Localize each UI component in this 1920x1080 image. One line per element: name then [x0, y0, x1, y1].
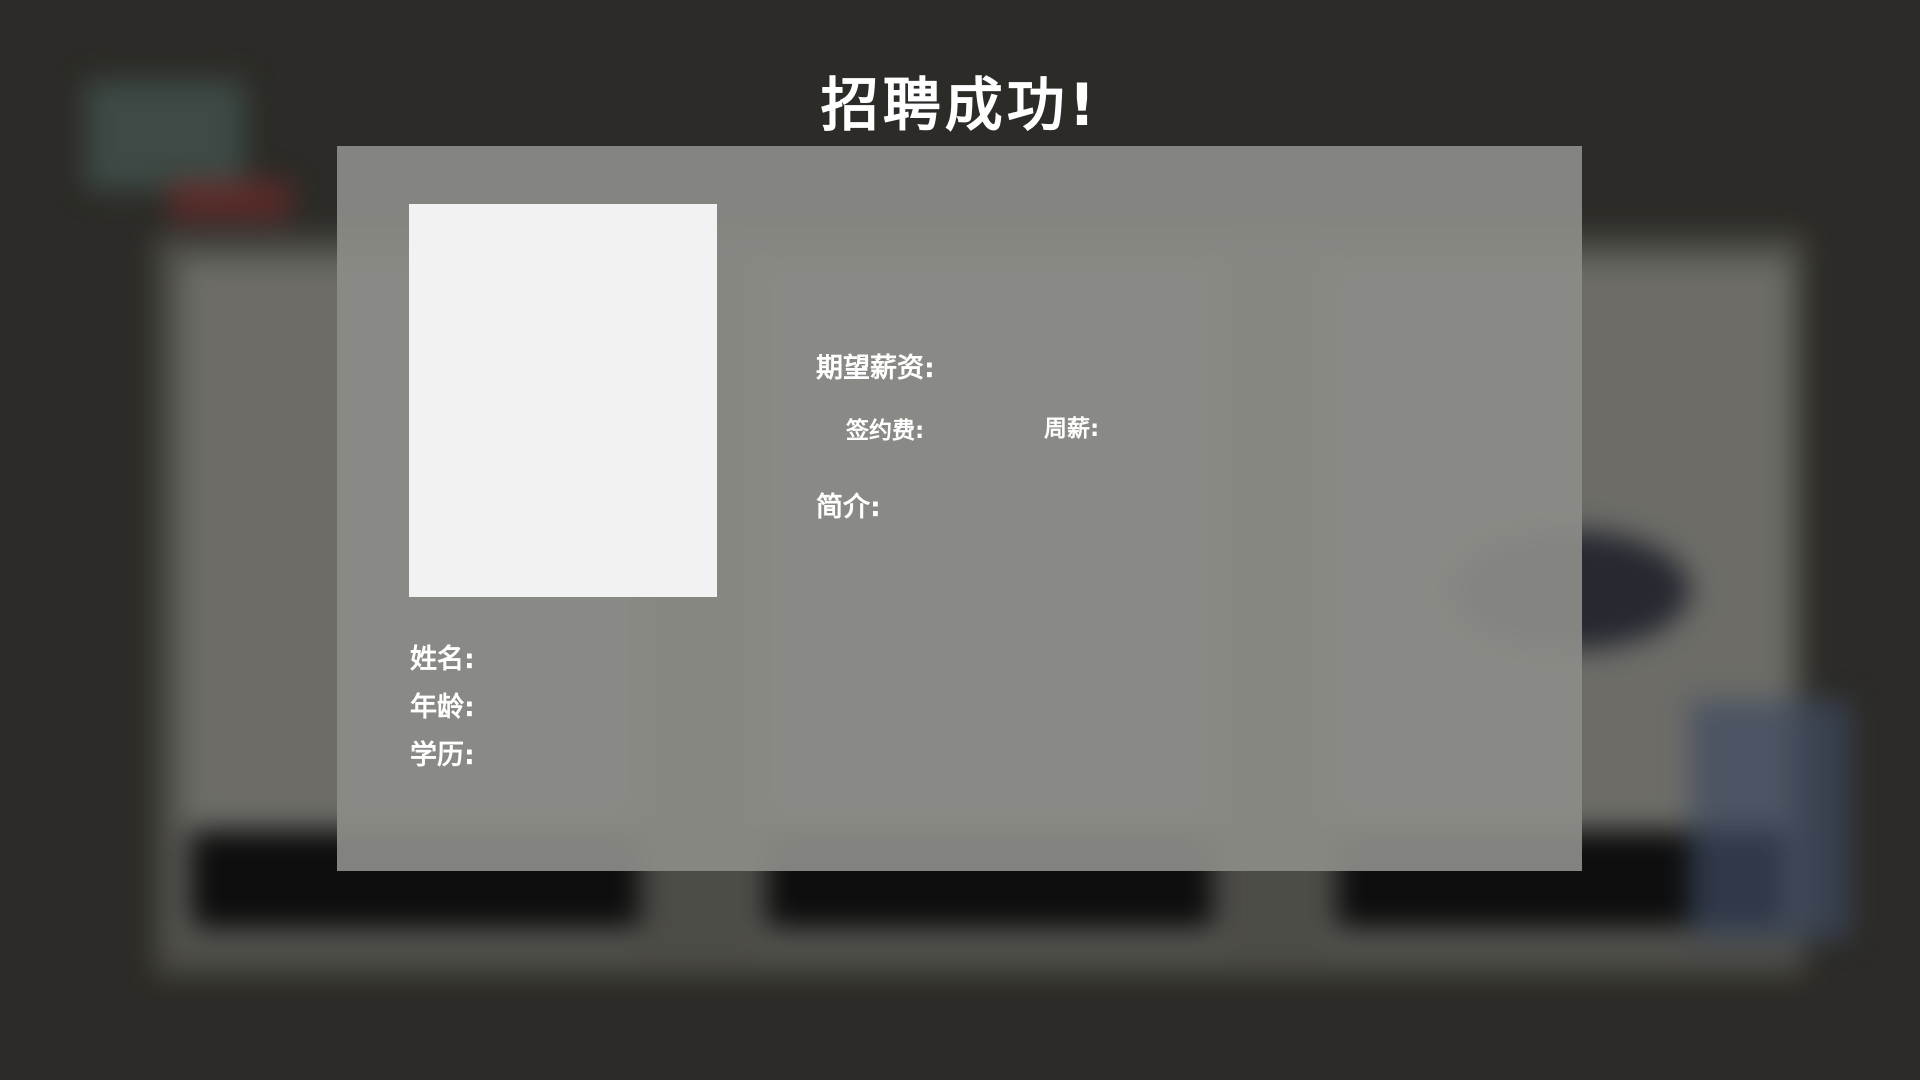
weekly-pay-label: 周薪: — [1044, 416, 1100, 442]
dialog-title: 招聘成功! — [820, 71, 1100, 139]
candidate-portrait — [409, 204, 717, 597]
recruit-result-panel: 期望薪资: 签约费: 周薪: 简介: 姓名: 年龄: 学历: — [337, 146, 1582, 871]
signing-fee-label: 签约费: — [846, 418, 925, 444]
age-label: 年龄: — [410, 692, 475, 723]
intro-label: 简介: — [816, 492, 881, 523]
expected-salary-label: 期望薪资: — [816, 353, 935, 384]
game-screen: 招聘成功! 期望薪资: 签约费: 周薪: 简介: 姓名: 年龄: 学历: — [0, 0, 1920, 1080]
name-label: 姓名: — [410, 644, 475, 675]
education-label: 学历: — [410, 740, 475, 771]
background-accent — [170, 180, 290, 220]
background-side-panel — [1690, 700, 1850, 940]
